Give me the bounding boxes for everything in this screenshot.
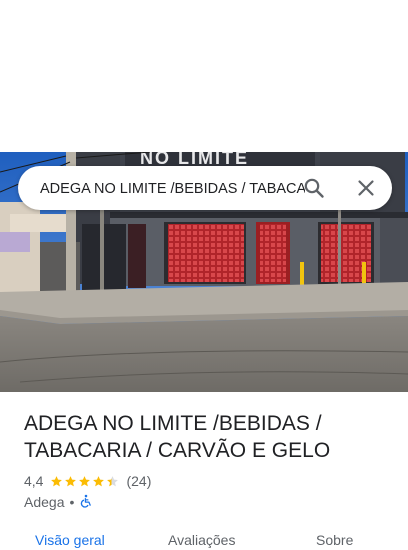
- tab-about[interactable]: Sobre: [316, 532, 353, 548]
- review-count[interactable]: (24): [126, 473, 151, 489]
- star-icon: [79, 475, 91, 486]
- place-info-panel: ADEGA NO LIMITE /BEBIDAS / TABACARIA / C…: [0, 392, 408, 548]
- star-icon: [93, 475, 105, 486]
- star-icon: [65, 475, 77, 486]
- tab-reviews[interactable]: Avaliações: [168, 532, 235, 548]
- search-input[interactable]: ADEGA NO LIMITE /BEBIDAS / TABACARIA / C…: [40, 179, 305, 199]
- close-icon[interactable]: [354, 176, 378, 200]
- place-title: ADEGA NO LIMITE /BEBIDAS / TABACARIA / C…: [24, 412, 331, 462]
- place-tabs: Visão geral Avaliações Sobre: [0, 530, 408, 550]
- star-rating: [50, 475, 120, 488]
- search-bar[interactable]: ADEGA NO LIMITE /BEBIDAS / TABACARIA / C…: [18, 166, 392, 210]
- separator-dot: •: [69, 494, 75, 510]
- category-row: Adega •: [24, 493, 93, 511]
- wheelchair-icon: [79, 494, 93, 511]
- star-icon: [51, 475, 63, 486]
- search-icon[interactable]: [302, 176, 326, 200]
- rating-value: 4,4: [24, 473, 44, 489]
- rating-row[interactable]: 4,4 (24): [24, 472, 151, 490]
- place-category: Adega: [24, 494, 65, 510]
- star-icon: [107, 475, 119, 486]
- tab-overview[interactable]: Visão geral: [35, 532, 105, 548]
